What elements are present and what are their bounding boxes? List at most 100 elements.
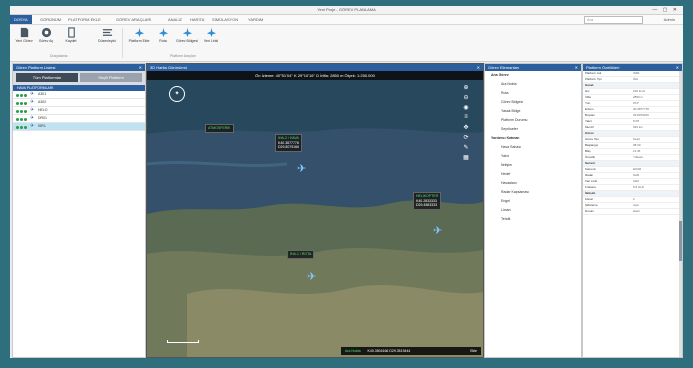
map-info-bar: Ön İzleme: 40°51'04'' K 29°10'16'' D İrt… xyxy=(147,71,483,80)
aircraft-icon[interactable]: ✈ xyxy=(433,224,442,237)
add-platform-button[interactable]: Platform Ekle xyxy=(128,27,150,43)
platform-row[interactable]: ✈ DR01 xyxy=(13,115,145,123)
property-key: Şifreleme xyxy=(585,203,598,207)
close-icon[interactable]: ✕ xyxy=(575,64,578,71)
tree-item[interactable]: Yasak Bölge xyxy=(485,107,581,116)
menu-tab-map[interactable]: HARİTA xyxy=(190,17,204,22)
properties-scrollbar[interactable] xyxy=(679,71,682,357)
terrain-map xyxy=(147,64,483,357)
aircraft-icon: ✈ xyxy=(30,107,35,113)
map-scale-bar xyxy=(167,340,199,343)
rotate-icon[interactable]: ⟳ xyxy=(455,134,477,144)
aircraft-icon: ✈ xyxy=(30,91,35,97)
property-key: Kanal xyxy=(585,197,593,201)
ribbon-group-label-platform: Platform Araçları xyxy=(170,54,196,58)
property-key: Sensör xyxy=(585,161,596,165)
search-input[interactable]: Ara xyxy=(584,16,643,24)
map-view[interactable]: 3D Harita Görünümü ✕ Ön İzleme: 40°51'04… xyxy=(146,63,484,358)
route-button[interactable]: Rota xyxy=(152,27,174,43)
tree-item[interactable]: Tehdit xyxy=(485,215,581,224)
property-key: İrtifa xyxy=(585,95,591,99)
open-icon xyxy=(41,27,51,38)
map-callout[interactable]: ATMOSFERİK xyxy=(205,124,234,133)
property-value: 2850 m xyxy=(633,95,644,99)
property-key: Yakıt xyxy=(585,119,592,123)
map-callout[interactable]: İHA-1 / ROTA xyxy=(287,250,315,259)
close-icon[interactable]: ✕ xyxy=(477,64,480,71)
property-value: 29.8079166 xyxy=(633,113,649,117)
tree-item[interactable]: Ara Nokta xyxy=(485,80,581,89)
platform-row[interactable]: ✈ ISR1 xyxy=(13,123,145,131)
new-mission-button[interactable]: Yeni Görev xyxy=(13,27,35,43)
tree-group[interactable]: Yardımcı Katman xyxy=(485,134,581,143)
compass-icon[interactable]: ✦ xyxy=(169,86,185,102)
ribbon-group-label-file: Dosyalama xyxy=(50,54,68,58)
save-button[interactable]: Kaydet xyxy=(60,27,82,43)
property-key: Enlem xyxy=(585,107,594,111)
menu-tab-help[interactable]: YARDIM xyxy=(248,17,263,22)
property-key: Durum xyxy=(585,209,595,213)
title-bar: Yeni Proje - GÖREV PLANLAMA — ▢ ✕ xyxy=(10,6,683,15)
property-key: Yön xyxy=(585,101,591,105)
property-value: Keşif xyxy=(633,137,640,141)
zoom-in-icon[interactable]: ⊕ xyxy=(455,84,477,94)
layers-icon[interactable]: ≡ xyxy=(455,114,477,124)
menu-tab-file[interactable]: DOSYA xyxy=(10,15,32,24)
tree-item[interactable]: Radar Kapsaması xyxy=(485,188,581,197)
data-link-button[interactable]: Veri Linki xyxy=(200,27,222,43)
close-icon[interactable]: ✕ xyxy=(676,64,679,71)
tree-item[interactable]: Hedef xyxy=(485,170,581,179)
editor-button[interactable]: Düzenleyici xyxy=(96,27,118,43)
properties-panel: Platform Özellikleri ✕ Platform Adı ISR1 P… xyxy=(582,63,683,358)
link-icon xyxy=(206,27,216,38)
globe-icon[interactable]: ◉ xyxy=(455,104,477,114)
measure-icon[interactable]: ✎ xyxy=(455,144,477,154)
close-icon[interactable]: ✕ xyxy=(139,64,142,71)
properties-title: Platform Özellikleri xyxy=(586,65,620,70)
pan-icon[interactable]: ✥ xyxy=(455,124,477,134)
map-title: 3D Harita Görünümü xyxy=(150,65,187,70)
window-title: Yeni Proje - GÖREV PLANLAMA xyxy=(317,7,376,12)
callout-name: HELİKOPTER xyxy=(416,194,439,198)
property-key: Görev Tipi xyxy=(585,137,599,141)
zoom-out-icon[interactable]: ⊖ xyxy=(455,94,477,104)
tree-item[interactable]: Platform Durumu xyxy=(485,116,581,125)
platform-row[interactable]: ✈ A301 xyxy=(13,91,145,99)
grid-icon[interactable]: ▦ xyxy=(455,154,477,164)
tree-item[interactable]: Engel xyxy=(485,197,581,206)
waypoint-bar: Ara Nokta K40.3504166 D29.3519444 Ekle xyxy=(341,347,481,355)
menu-tab-view[interactable]: GÖRÜNÜM xyxy=(40,17,61,22)
add-waypoint-button[interactable]: Ekle xyxy=(470,347,477,355)
map-callout[interactable]: HELİKOPTER K40.2833333 D29.4583333 xyxy=(413,192,442,210)
all-platforms-button[interactable]: Tüm Platformlar xyxy=(16,73,78,82)
platform-row[interactable]: ✈ A302 xyxy=(13,99,145,107)
menu-tab-simulation[interactable]: SİMÜLASYON xyxy=(212,17,238,22)
platform-row[interactable]: ✈ HELO xyxy=(13,107,145,115)
tree-item[interactable]: Hava Sahası xyxy=(485,143,581,152)
open-mission-button[interactable]: Görev Aç xyxy=(35,27,57,43)
tree-item[interactable]: İletişim xyxy=(485,161,581,170)
map-callout[interactable]: İHA-2 / HAVA K40.3877778 D29.8079166 xyxy=(275,134,303,152)
window-controls[interactable]: — ▢ ✕ xyxy=(652,7,679,13)
menu-tab-analysis[interactable]: ANALİZ xyxy=(168,17,182,22)
property-value: EO/IR xyxy=(633,167,642,171)
tree-item[interactable]: Rota xyxy=(485,89,581,98)
tree-item[interactable]: Yakıt xyxy=(485,152,581,161)
tree-item[interactable]: Liman xyxy=(485,206,581,215)
tree-item[interactable]: Görev Bölgesi xyxy=(485,98,581,107)
property-key: Öncelik xyxy=(585,155,596,159)
user-label[interactable]: Admin xyxy=(664,17,675,22)
mission-area-button[interactable]: Görev Bölgesi xyxy=(176,27,198,43)
property-row[interactable]: Durum Hazır xyxy=(583,209,682,215)
menu-tab-add-platform[interactable]: PLATFORM EKLE xyxy=(68,17,101,22)
property-key: Başlangıç xyxy=(585,143,599,147)
menu-tab-mission-tools[interactable]: GÖREV ARAÇLARI xyxy=(116,17,151,22)
tree-item[interactable]: Havaalanı xyxy=(485,179,581,188)
aircraft-icon[interactable]: ✈ xyxy=(307,270,316,283)
selected-platform-button[interactable]: Seçili Platform xyxy=(80,73,142,82)
aircraft-icon[interactable]: ✈ xyxy=(297,162,306,175)
tree-item[interactable]: Seyrüsefer xyxy=(485,125,581,134)
tree-group[interactable]: Ana Görev xyxy=(485,71,581,80)
ribbon-toolbar: Yeni Görev Görev Aç Kaydet Düzenleyici P… xyxy=(10,25,683,62)
properties-header: Platform Özellikleri ✕ xyxy=(583,64,682,71)
